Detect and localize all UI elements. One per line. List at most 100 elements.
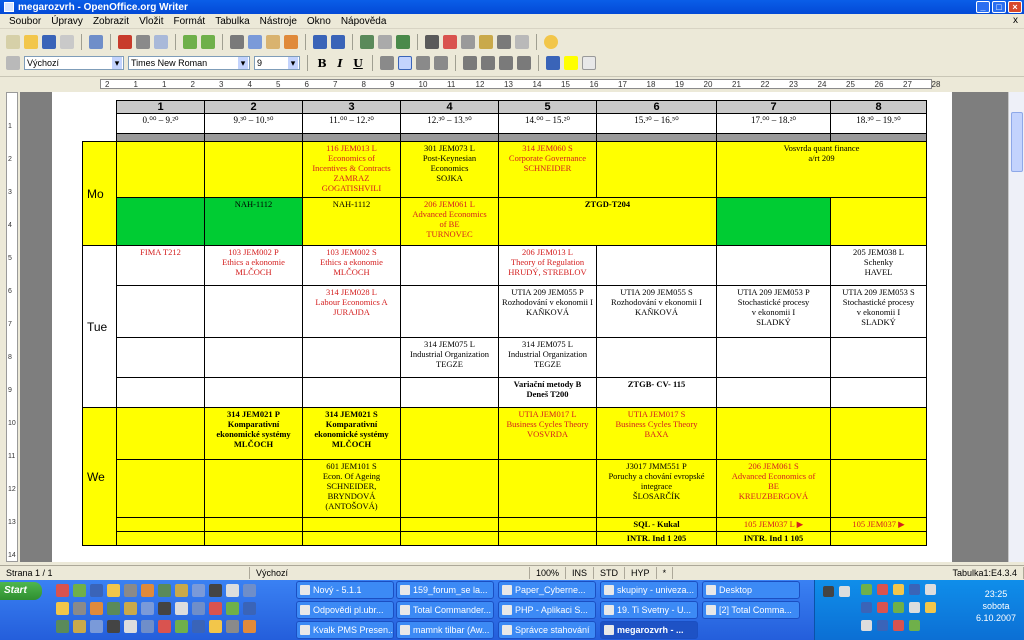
- minimize-button[interactable]: _: [976, 1, 990, 13]
- table-cell[interactable]: [716, 407, 831, 460]
- vertical-ruler[interactable]: 1 2 3 4 5 6 7 8 9 10 11 12 13 14: [6, 92, 18, 562]
- table-cell[interactable]: NAH-1112: [204, 197, 303, 246]
- cut-icon[interactable]: [230, 35, 244, 49]
- tray-icon[interactable]: [861, 584, 872, 595]
- taskbar-button[interactable]: Desktop: [702, 581, 800, 599]
- zoom-icon[interactable]: [515, 35, 529, 49]
- table-cell[interactable]: [716, 377, 831, 408]
- menu-item[interactable]: Úpravy: [46, 16, 88, 27]
- taskbar-button[interactable]: skupiny - univeza...: [600, 581, 698, 599]
- table-cell[interactable]: [116, 531, 205, 546]
- spellcheck-icon[interactable]: [183, 35, 197, 49]
- tray-icon[interactable]: [877, 584, 888, 595]
- insert-mode[interactable]: INS: [566, 566, 595, 579]
- find-replace-icon[interactable]: [425, 35, 439, 49]
- table-cell[interactable]: ZTGD-T204: [498, 197, 717, 246]
- table-cell[interactable]: UTIA 209 JEM055 S Rozhodování v ekonomii …: [596, 285, 717, 338]
- quick-launch-icon[interactable]: [158, 620, 171, 633]
- align-left-icon[interactable]: [380, 56, 394, 70]
- save-icon[interactable]: [42, 35, 56, 49]
- taskbar-button[interactable]: Odpovědi pl.ubr...: [296, 601, 394, 619]
- table-cell[interactable]: [830, 459, 927, 518]
- quick-launch-icon[interactable]: [56, 584, 69, 597]
- table-cell[interactable]: Vosvrda quant finance a/rt 209: [716, 141, 927, 198]
- menu-item[interactable]: Formát: [169, 16, 211, 27]
- autospell-icon[interactable]: [201, 35, 215, 49]
- highlight-icon[interactable]: [564, 56, 578, 70]
- gallery-icon[interactable]: [461, 35, 475, 49]
- numbering-icon[interactable]: [463, 56, 477, 70]
- table-cell[interactable]: 206 JEM061 S Advanced Economics of BE KREUZ…: [716, 459, 831, 518]
- table-cell[interactable]: 314 JEM021 P Komparativní ekonomické systé…: [204, 407, 303, 460]
- redo-icon[interactable]: [331, 35, 345, 49]
- tray-icon[interactable]: [893, 620, 904, 631]
- underline-button[interactable]: U: [351, 57, 365, 70]
- timetable[interactable]: 1 2 3 4 5 6 7 8 0.⁰⁰ – 9.²⁰ 9.³⁰ – 10.⁵⁰…: [82, 100, 927, 546]
- table-cell[interactable]: SQL - Kukal: [596, 517, 717, 532]
- table-cell[interactable]: UTIA 209 JEM053 P Stochastické procesy v e…: [716, 285, 831, 338]
- table-cell[interactable]: UTIA JEM017 S Business Cycles Theory BAXA: [596, 407, 717, 460]
- menu-item[interactable]: Nástroje: [255, 16, 302, 27]
- table-cell[interactable]: 314 JEM075 L Industrial Organization TEGZE: [498, 337, 597, 378]
- menu-item[interactable]: Vložit: [134, 16, 168, 27]
- taskbar-button[interactable]: [2] Total Comma...: [702, 601, 800, 619]
- quick-launch-icon[interactable]: [73, 584, 86, 597]
- table-cell[interactable]: INTR. Ind 1 105: [716, 531, 831, 546]
- table-cell[interactable]: 314 JEM075 L Industrial Organization TEGZE: [400, 337, 499, 378]
- quick-launch-icon[interactable]: [243, 602, 256, 615]
- table-cell[interactable]: [204, 459, 303, 518]
- table-cell[interactable]: [400, 531, 499, 546]
- quick-launch-icon[interactable]: [158, 584, 171, 597]
- quick-launch-icon[interactable]: [209, 602, 222, 615]
- hyperlink-icon[interactable]: [360, 35, 374, 49]
- table-cell[interactable]: [596, 141, 717, 198]
- taskbar-button[interactable]: Paper_Cyberne...: [498, 581, 596, 599]
- data-sources-icon[interactable]: [479, 35, 493, 49]
- bold-button[interactable]: B: [315, 57, 329, 70]
- taskbar-button[interactable]: 19. Ti Svetny - U...: [600, 601, 698, 619]
- quick-launch-icon[interactable]: [107, 584, 120, 597]
- table-cell[interactable]: [400, 407, 499, 460]
- table-cell[interactable]: [716, 337, 831, 378]
- table-cell[interactable]: [400, 517, 499, 532]
- quick-launch-icon[interactable]: [56, 620, 69, 633]
- quick-launch-icon[interactable]: [243, 584, 256, 597]
- quick-launch-icon[interactable]: [226, 602, 239, 615]
- clock[interactable]: 23:25 sobota 6.10.2007: [976, 588, 1016, 624]
- table-cell[interactable]: 116 JEM013 L Economics of Incentives & Con…: [302, 141, 401, 198]
- tray-icon[interactable]: [823, 586, 834, 597]
- table-cell[interactable]: [116, 377, 205, 408]
- table-cell[interactable]: [596, 337, 717, 378]
- quick-launch-icon[interactable]: [124, 620, 137, 633]
- table-icon[interactable]: [378, 35, 392, 49]
- scroll-thumb[interactable]: [1011, 112, 1023, 172]
- tray-icon[interactable]: [877, 620, 888, 631]
- table-cell[interactable]: J3017 JMM551 P Poruchy a chování evropské…: [596, 459, 717, 518]
- format-paintbrush-icon[interactable]: [284, 35, 298, 49]
- quick-launch-icon[interactable]: [175, 584, 188, 597]
- styles-icon[interactable]: [6, 56, 20, 70]
- menu-item[interactable]: Soubor: [4, 16, 46, 27]
- quick-launch-icon[interactable]: [209, 584, 222, 597]
- menu-item[interactable]: Okno: [302, 16, 336, 27]
- volume-icon[interactable]: [909, 602, 920, 613]
- quick-launch-icon[interactable]: [141, 620, 154, 633]
- table-cell[interactable]: [204, 531, 303, 546]
- selection-mode[interactable]: STD: [594, 566, 626, 579]
- table-cell[interactable]: [302, 377, 401, 408]
- quick-launch-icon[interactable]: [107, 602, 120, 615]
- table-cell[interactable]: [400, 245, 499, 286]
- table-cell[interactable]: [400, 377, 499, 408]
- table-cell[interactable]: [830, 531, 927, 546]
- quick-launch-icon[interactable]: [243, 620, 256, 633]
- tray-icon[interactable]: [925, 602, 936, 613]
- quick-launch-icon[interactable]: [107, 620, 120, 633]
- table-cell[interactable]: 103 JEM002 P Ethics a ekonomie MLČOCH: [204, 245, 303, 286]
- quick-launch-icon[interactable]: [192, 602, 205, 615]
- tray-icon[interactable]: [893, 602, 904, 613]
- align-center-icon[interactable]: [398, 56, 412, 70]
- table-cell[interactable]: [302, 337, 401, 378]
- table-cell[interactable]: [116, 407, 205, 460]
- table-cell[interactable]: [400, 459, 499, 518]
- table-cell[interactable]: 314 JEM060 S Corporate Governance SCHNEIDE…: [498, 141, 597, 198]
